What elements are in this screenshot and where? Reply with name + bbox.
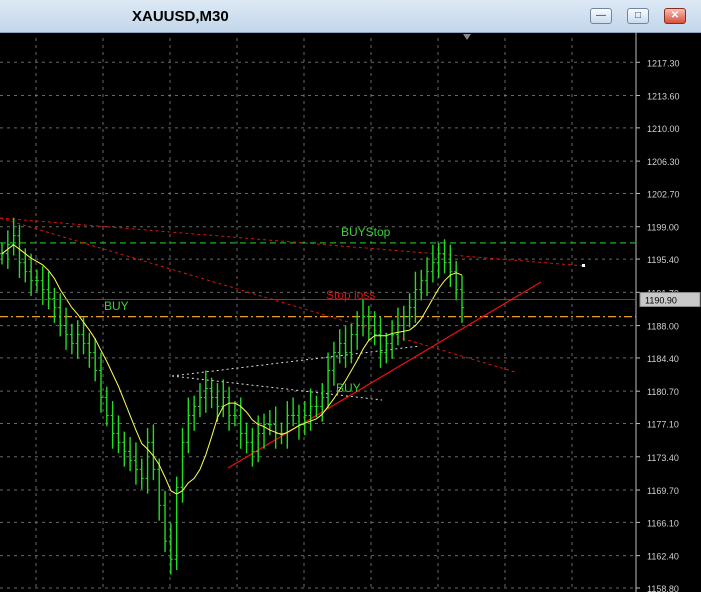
axis-tick-label: 1158.80 (647, 584, 679, 592)
current-price-label: 1190.90 (645, 296, 677, 306)
label-buy-level: BUY (104, 299, 129, 313)
label-stop-loss: Stop loss (326, 288, 375, 302)
label-buy-signal: BUY (336, 381, 361, 395)
axis-tick-label: 1177.10 (647, 420, 679, 430)
axis-tick-label: 1184.40 (647, 354, 679, 364)
close-icon: ✕ (670, 10, 680, 21)
axis-tick-label: 1206.30 (647, 157, 680, 167)
axis-tick-label: 1199.00 (647, 223, 679, 233)
channel-line-upper (171, 345, 421, 377)
window-title: XAUUSD,M30 (132, 8, 229, 25)
axis-tick-label: 1202.70 (647, 189, 680, 199)
minimize-icon: — (596, 10, 606, 21)
trendline-support (227, 281, 542, 469)
chart-area[interactable]: 1217.30 1213.60 1210.00 1206.30 1202.70 1199.… (0, 32, 701, 592)
axis-tick-label: 1210.00 (647, 124, 680, 134)
axis-tick-label: 1162.40 (647, 552, 679, 562)
maximize-icon: □ (634, 10, 642, 21)
label-buystop: BUYStop (341, 225, 391, 239)
trendline-anchor-point (582, 264, 585, 267)
price-chart[interactable]: 1217.30 1213.60 1210.00 1206.30 1202.70 1199.… (0, 32, 701, 592)
axis-tick-label: 1213.60 (647, 92, 680, 102)
axis-tick-label: 1180.70 (647, 387, 679, 397)
chart-shift-marker (463, 34, 471, 40)
close-button[interactable]: ✕ (664, 8, 686, 24)
window-titlebar: XAUUSD,M30 — □ ✕ (0, 0, 701, 33)
axis-tick-label: 1166.10 (647, 518, 679, 528)
axis-tick-label: 1195.40 (647, 255, 679, 265)
axis-tick-label: 1169.70 (647, 486, 679, 496)
maximize-button[interactable]: □ (627, 8, 649, 24)
minimize-button[interactable]: — (590, 8, 612, 24)
axis-tick-label: 1188.00 (647, 322, 679, 332)
axis-tick-label: 1217.30 (647, 58, 680, 68)
trendline-upper-dotted (0, 217, 586, 267)
axis-tick-label: 1173.40 (647, 453, 679, 463)
